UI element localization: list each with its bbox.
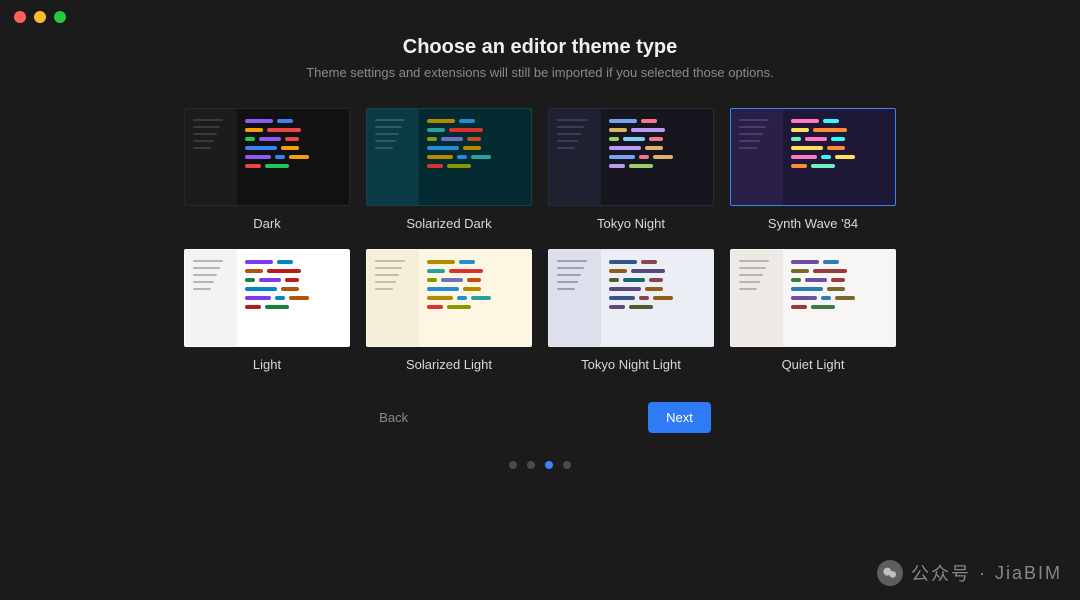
thumbnail-sidebar: [731, 109, 783, 205]
theme-thumbnail-quiet-light[interactable]: [730, 249, 896, 347]
theme-label: Solarized Dark: [406, 216, 491, 231]
thumbnail-sidebar: [549, 109, 601, 205]
thumbnail-editor: [237, 109, 349, 205]
thumbnail-sidebar: [549, 250, 601, 346]
theme-thumbnail-dark[interactable]: [184, 108, 350, 206]
theme-label: Dark: [253, 216, 280, 231]
page-subtitle: Theme settings and extensions will still…: [306, 65, 774, 80]
theme-label: Quiet Light: [782, 357, 845, 372]
onboarding-content: Choose an editor theme type Theme settin…: [0, 34, 1080, 469]
thumbnail-sidebar: [185, 250, 237, 346]
window-close-icon[interactable]: [14, 11, 26, 23]
theme-cell: Tokyo Night: [548, 108, 714, 231]
window-minimize-icon[interactable]: [34, 11, 46, 23]
watermark-label: 公众号: [911, 560, 971, 586]
window-titlebar: [0, 0, 1080, 34]
pager-dot[interactable]: [545, 461, 553, 469]
back-button[interactable]: Back: [369, 404, 418, 431]
thumbnail-editor: [419, 250, 531, 346]
theme-label: Tokyo Night Light: [581, 357, 681, 372]
watermark-name: JiaBIM: [995, 563, 1062, 584]
watermark-separator: ·: [979, 563, 987, 584]
theme-thumbnail-synth-wave-84[interactable]: [730, 108, 896, 206]
theme-cell: Light: [184, 249, 350, 372]
thumbnail-editor: [783, 109, 895, 205]
next-button[interactable]: Next: [648, 402, 711, 433]
window-zoom-icon[interactable]: [54, 11, 66, 23]
thumbnail-editor: [237, 250, 349, 346]
theme-cell: Solarized Dark: [366, 108, 532, 231]
thumbnail-editor: [601, 250, 713, 346]
theme-cell: Dark: [184, 108, 350, 231]
page-title: Choose an editor theme type: [403, 36, 678, 59]
theme-label: Tokyo Night: [597, 216, 665, 231]
step-pager: [509, 461, 571, 469]
thumbnail-sidebar: [367, 250, 419, 346]
pager-dot[interactable]: [563, 461, 571, 469]
theme-label: Synth Wave '84: [768, 216, 858, 231]
wechat-icon: [877, 560, 903, 586]
theme-grid: Dark Solarized Dark Tokyo Night Synth Wave …: [184, 108, 896, 372]
thumbnail-editor: [601, 109, 713, 205]
theme-cell: Tokyo Night Light: [548, 249, 714, 372]
watermark: 公众号 · JiaBIM: [877, 560, 1062, 586]
thumbnail-editor: [419, 109, 531, 205]
theme-thumbnail-solarized-light[interactable]: [366, 249, 532, 347]
pager-dot[interactable]: [527, 461, 535, 469]
theme-thumbnail-tokyo-night[interactable]: [548, 108, 714, 206]
thumbnail-sidebar: [367, 109, 419, 205]
thumbnail-editor: [783, 250, 895, 346]
theme-thumbnail-solarized-dark[interactable]: [366, 108, 532, 206]
thumbnail-sidebar: [731, 250, 783, 346]
theme-cell: Quiet Light: [730, 249, 896, 372]
wizard-buttons: Back Next: [369, 402, 711, 433]
pager-dot[interactable]: [509, 461, 517, 469]
theme-thumbnail-light[interactable]: [184, 249, 350, 347]
theme-cell: Synth Wave '84: [730, 108, 896, 231]
theme-label: Light: [253, 357, 281, 372]
theme-thumbnail-tokyo-night-light[interactable]: [548, 249, 714, 347]
thumbnail-sidebar: [185, 109, 237, 205]
theme-cell: Solarized Light: [366, 249, 532, 372]
theme-label: Solarized Light: [406, 357, 492, 372]
